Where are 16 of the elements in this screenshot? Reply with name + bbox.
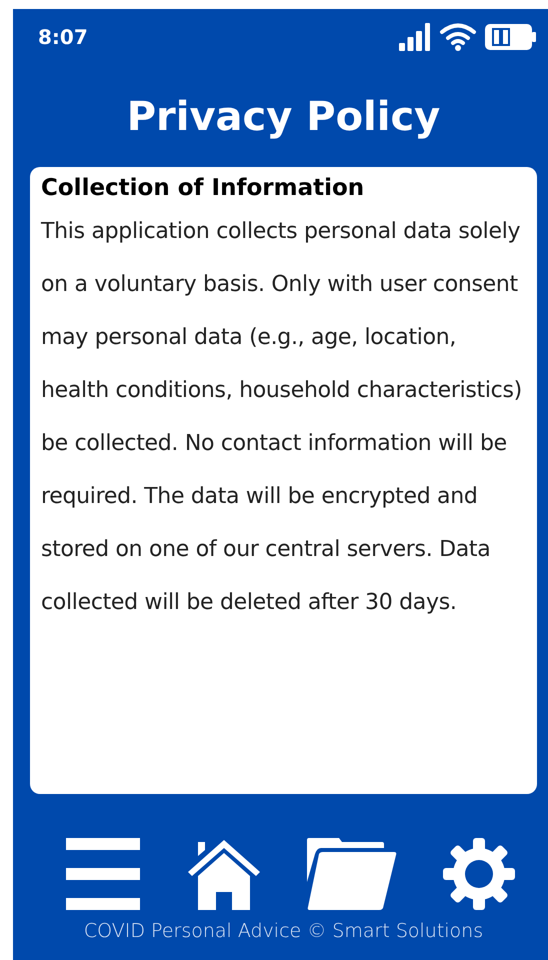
home-icon xyxy=(186,838,262,910)
menu-icon xyxy=(66,838,140,910)
section-heading: Collection of Information xyxy=(41,174,366,203)
footer-text: COVID Personal Advice © Smart Solutions xyxy=(82,920,484,942)
status-time: 8:07 xyxy=(38,25,88,49)
home-button[interactable] xyxy=(186,838,262,910)
battery-icon xyxy=(485,24,537,50)
folder-button[interactable] xyxy=(307,838,398,910)
signal-icon xyxy=(399,23,431,51)
page-title: Privacy Policy xyxy=(126,93,442,142)
settings-icon xyxy=(442,838,515,910)
wifi-icon xyxy=(439,23,477,51)
menu-button[interactable] xyxy=(66,838,140,910)
folder-icon xyxy=(307,838,398,910)
policy-text: This application collects personal data solely on a voluntary basis. Only with user consent may personal data (e.g., age, location, health conditions, household characteristics) be collected. No contact information will be required. The data will be encrypted and stored on one of our central servers. Data collected will be deleted after 30 days. xyxy=(41,218,523,617)
settings-button[interactable] xyxy=(442,838,515,910)
